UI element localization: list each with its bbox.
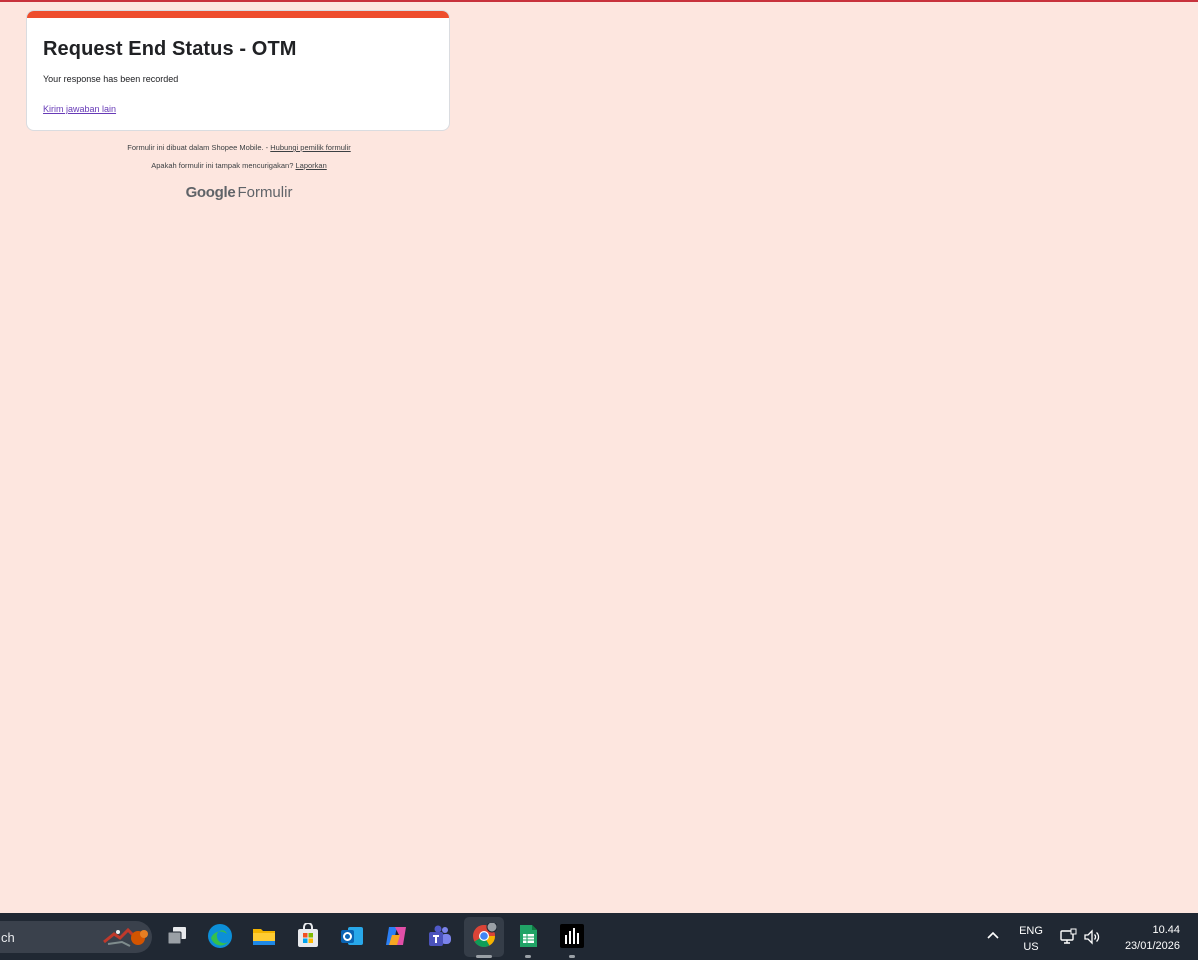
volume-icon[interactable] — [1083, 928, 1101, 946]
form-footer-report: Apakah formulir ini tampak mencurigakan?… — [26, 161, 452, 170]
brand-product: Formulir — [237, 184, 293, 201]
form-confirmation-card: Request End Status - OTM Your response h… — [26, 10, 450, 131]
contact-owner-link[interactable]: Hubungi pemilik formulir — [270, 143, 350, 152]
taskbar-search-box[interactable]: ch — [0, 921, 152, 953]
keyboard-layout: US — [1023, 941, 1039, 953]
sheets-running-indicator — [525, 955, 531, 958]
form-title: Request End Status - OTM — [43, 38, 297, 60]
windows-taskbar: ch ENG US 10.44 23/01/2026 — [0, 913, 1198, 960]
brand-google: Google — [185, 184, 236, 201]
network-icon[interactable] — [1059, 928, 1077, 946]
report-link[interactable]: Laporkan — [295, 161, 326, 170]
submit-another-response-link[interactable]: Kirim jawaban lain — [43, 104, 116, 114]
teams-icon[interactable] — [427, 923, 453, 949]
search-highlight-art-icon — [103, 927, 148, 947]
audio-meter-running-indicator — [569, 955, 575, 958]
audio-meter-icon[interactable] — [559, 923, 585, 949]
input-language-indicator[interactable]: ENG US — [1012, 923, 1050, 955]
language-code: ENG — [1019, 925, 1043, 937]
edge-icon[interactable] — [207, 923, 233, 949]
clock-date: 23/01/2026 — [1124, 940, 1180, 952]
chrome-running-indicator — [476, 955, 492, 958]
task-view-icon[interactable] — [164, 923, 190, 949]
show-hidden-icons-chevron-up-icon[interactable] — [985, 927, 1001, 943]
search-box-text: ch — [1, 930, 15, 945]
chrome-icon[interactable] — [471, 923, 497, 949]
footer-suspicious-text: Apakah formulir ini tampak mencurigakan? — [151, 161, 294, 170]
google-forms-logo[interactable]: Google Formulir — [26, 184, 452, 201]
footer-created-text: Formulir ini dibuat dalam Shopee Mobile.… — [127, 143, 269, 152]
window-top-border — [0, 0, 1198, 2]
microsoft-store-icon[interactable] — [295, 923, 321, 949]
clock-time: 10.44 — [1152, 924, 1180, 936]
file-explorer-icon[interactable] — [251, 923, 277, 949]
confirmation-message: Your response has been recorded — [43, 74, 179, 84]
copilot-icon[interactable] — [383, 923, 409, 949]
form-footer-created: Formulir ini dibuat dalam Shopee Mobile.… — [26, 143, 452, 152]
system-clock[interactable]: 10.44 23/01/2026 — [1108, 922, 1180, 954]
sheets-icon[interactable] — [515, 923, 541, 949]
card-accent-bar — [27, 11, 449, 18]
outlook-icon[interactable] — [339, 923, 365, 949]
